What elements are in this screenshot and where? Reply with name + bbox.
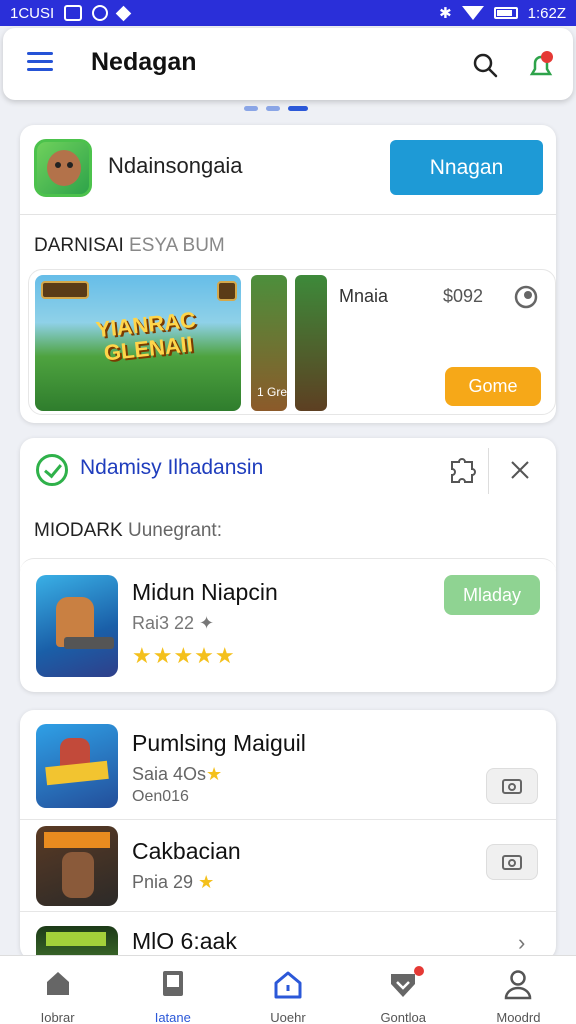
nav-item-account[interactable]: Gontloa xyxy=(346,956,461,1024)
status-bar: 1CUSI ✱ 1:62Z xyxy=(0,0,576,26)
wifi-icon xyxy=(461,6,484,20)
nav-label: Uoehr xyxy=(270,1010,306,1024)
divider xyxy=(488,448,489,494)
featured-install-button[interactable]: Nnagan xyxy=(390,140,543,195)
screenshot-thumb[interactable] xyxy=(295,275,327,411)
list-item[interactable]: Pumlsing Maiguil Saia 4Os★ Oen016 xyxy=(20,710,556,820)
share-icon[interactable] xyxy=(513,284,539,310)
section-heading-bold: DARNISAI xyxy=(34,235,124,256)
card-title: Ndamisy Ilhadansin xyxy=(80,456,264,479)
app-sub: Oen016 xyxy=(132,788,189,805)
person-icon xyxy=(505,970,532,1000)
recommendation-card: Ndamisy Ilhadansin MIODARK Uunegrant: Mi… xyxy=(20,438,556,692)
app-name: Midun Niapcin xyxy=(132,579,278,605)
hud-badge xyxy=(41,281,89,299)
menu-icon[interactable] xyxy=(27,52,53,74)
battery-icon xyxy=(493,7,518,19)
search-icon[interactable] xyxy=(472,52,498,78)
app-thumbnail[interactable] xyxy=(36,826,118,906)
status-carrier-text: 1CUSI xyxy=(10,4,55,22)
nav-item-updates[interactable]: Uoehr xyxy=(230,956,345,1024)
message-icon xyxy=(64,5,83,21)
puzzle-icon[interactable] xyxy=(438,452,486,492)
app-meta: Pnia 29 ★ xyxy=(132,872,215,892)
section-heading-light: Uunegrant: xyxy=(127,520,222,541)
featured-card: Ndainsongaia Nnagan DARNISAI ESYA BUM YI… xyxy=(20,125,556,423)
nav-label: Gontloa xyxy=(380,1010,426,1024)
nav-label: Moodrd xyxy=(496,1010,541,1024)
app-thumbnail[interactable] xyxy=(36,575,118,677)
game-button[interactable]: Gome xyxy=(445,367,541,406)
home-icon xyxy=(46,972,69,995)
app-icon[interactable] xyxy=(34,139,92,197)
star-rating: ★★★★★ xyxy=(132,643,236,668)
star-icon: ★ xyxy=(198,872,215,892)
status-time: 1:62Z xyxy=(527,4,566,22)
open-button[interactable] xyxy=(486,768,538,804)
nav-item-home[interactable]: Iobrar xyxy=(0,956,115,1024)
app-list-item[interactable]: Midun Niapcin Rai3 22 ✦ ★★★★★ Mladay xyxy=(20,558,556,692)
install-button[interactable]: Mladay xyxy=(444,575,540,615)
screenshot-tag: 1 Gre xyxy=(257,385,287,399)
price-label: $092 xyxy=(443,286,484,306)
verified-icon xyxy=(36,454,68,486)
nav-label: Iobrar xyxy=(40,1010,75,1024)
nav-label: Iatane xyxy=(154,1010,191,1024)
screenshot-thumb[interactable]: 1 Gre xyxy=(251,275,287,411)
location-icon xyxy=(115,5,132,21)
list-item[interactable]: Cakbacian Pnia 29 ★ xyxy=(20,820,556,912)
bottom-navigation: Iobrar Iatane Uoehr Gontloa Moodrd xyxy=(0,955,576,1024)
app-list-card: Pumlsing Maiguil Saia 4Os★ Oen016 Cakbac… xyxy=(20,710,556,962)
app-name: MlO 6:aak xyxy=(132,928,237,954)
section-heading-bold: MIODARK xyxy=(34,520,123,541)
nav-item-profile[interactable]: Moodrd xyxy=(461,956,576,1024)
section-heading-light: ESYA BUM xyxy=(129,235,225,256)
app-meta: Rai3 22 ✦ xyxy=(132,613,215,633)
featured-app-name: Ndainsongaia xyxy=(108,153,243,178)
screenshot-main[interactable]: YIANRAC GLENAII xyxy=(35,275,241,411)
media-app-name: Mnaia xyxy=(339,286,389,306)
app-meta: Saia 4Os★ xyxy=(132,764,223,784)
notification-dot xyxy=(413,966,424,976)
section-heading: DARNISAI ESYA BUM xyxy=(34,235,225,257)
divider xyxy=(20,214,556,215)
game-logo: YIANRAC GLENAII xyxy=(94,306,197,366)
nav-item-library[interactable]: Iatane xyxy=(115,956,230,1024)
list-item[interactable]: MlO 6:aak › xyxy=(20,912,556,962)
bluetooth-icon: ✱ xyxy=(439,5,452,22)
app-name: Cakbacian xyxy=(132,838,241,864)
app-name: Pumlsing Maiguil xyxy=(132,730,306,756)
sync-icon xyxy=(92,5,109,21)
folder-icon xyxy=(502,779,522,794)
house-outline-icon xyxy=(274,971,302,999)
section-heading: MIODARK Uunegrant: xyxy=(34,520,222,542)
open-button[interactable] xyxy=(486,844,538,880)
book-icon xyxy=(162,971,183,996)
page-indicator xyxy=(244,106,308,111)
folder-icon xyxy=(502,855,522,870)
notification-icon[interactable] xyxy=(526,50,556,80)
app-title: Nedagan xyxy=(91,48,197,76)
hud-badge xyxy=(217,281,237,301)
star-icon: ★ xyxy=(206,764,223,784)
media-panel: YIANRAC GLENAII 1 Gre Mnaia $092 Gome xyxy=(28,269,556,415)
close-icon[interactable] xyxy=(506,456,534,484)
app-thumbnail[interactable] xyxy=(36,724,118,808)
chevron-right-icon[interactable]: › xyxy=(518,930,525,956)
